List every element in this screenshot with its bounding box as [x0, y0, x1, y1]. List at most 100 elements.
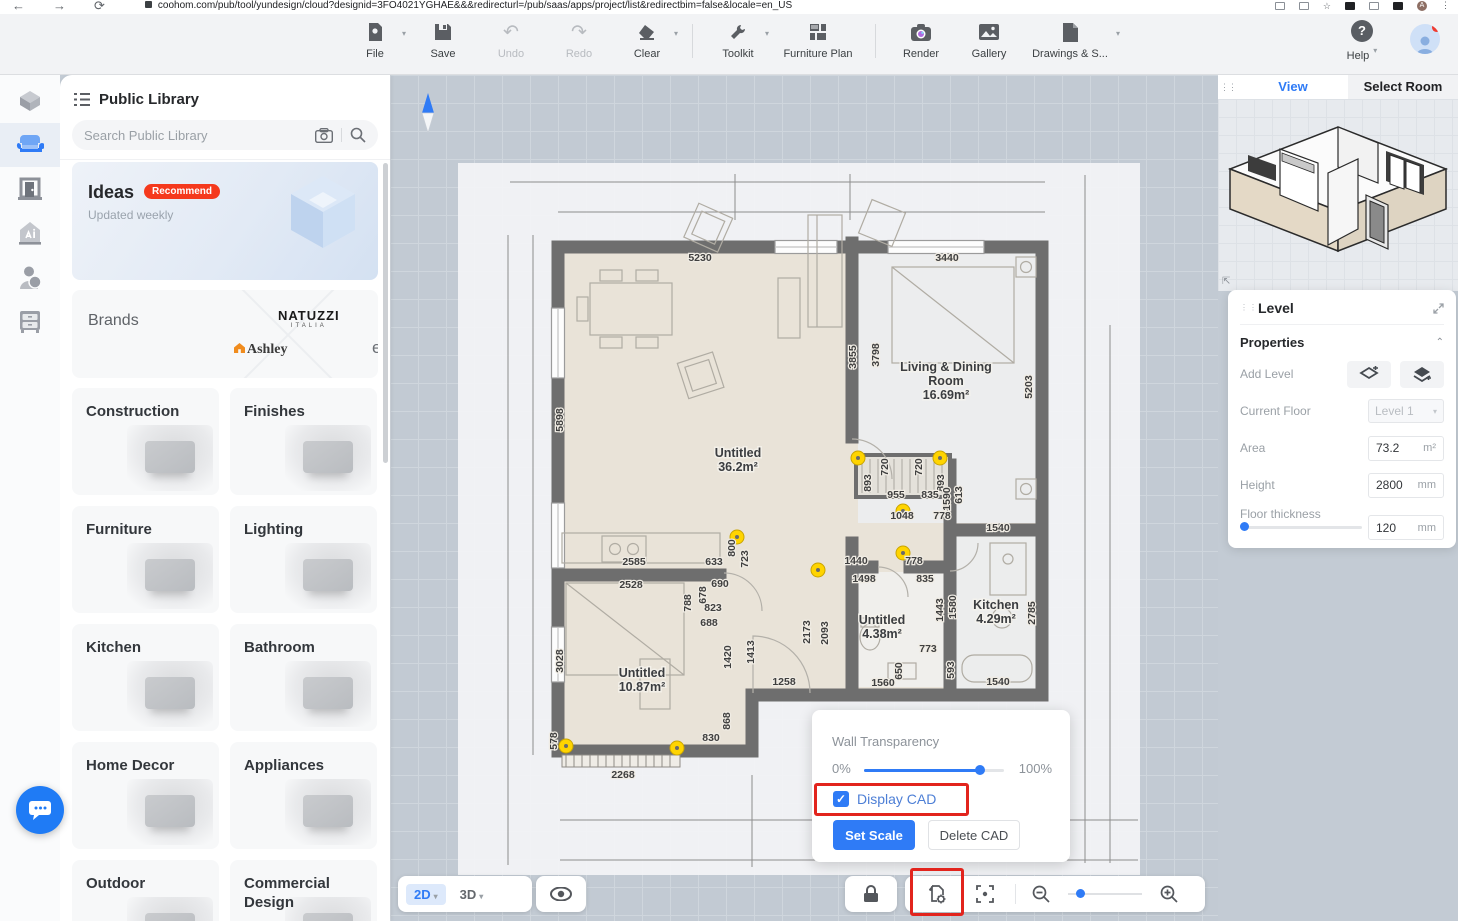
render-button[interactable]: Render [890, 20, 952, 60]
wall-transparency-slider[interactable] [864, 765, 1004, 775]
height-input[interactable]: 2800mm [1368, 473, 1444, 498]
mode-3d-button[interactable]: 3D▾ [454, 884, 490, 905]
svg-text:650: 650 [893, 662, 905, 680]
search-input[interactable] [84, 128, 307, 143]
image-search-camera-icon[interactable] [315, 128, 333, 143]
rail-account-tab[interactable] [0, 255, 60, 299]
zoom-in-button[interactable] [1152, 876, 1186, 912]
browser-back-icon[interactable]: ← [12, 0, 25, 12]
add-level-below-button[interactable] [1347, 361, 1391, 388]
furniture-plan-button[interactable]: Furniture Plan [775, 20, 861, 60]
translate-icon[interactable] [1275, 2, 1285, 10]
panel-scrollbar[interactable] [383, 163, 388, 463]
sidepanel-icon[interactable] [1393, 2, 1403, 10]
puzzle-icon[interactable] [1369, 2, 1379, 10]
3d-preview[interactable]: ⇱ [1218, 99, 1458, 291]
drawings-button[interactable]: ▾Drawings & S... [1026, 20, 1114, 60]
area-input[interactable]: 73.2m² [1368, 436, 1444, 461]
bookmark-star-icon[interactable]: ☆ [1323, 1, 1331, 11]
display-cad-toggle[interactable]: ✓ Display CAD [833, 791, 936, 807]
library-card-furniture[interactable]: Furniture [72, 506, 219, 613]
library-card-list: Ideas Recommend Updated weekly Brands NA… [60, 159, 390, 921]
panel-drag-handle[interactable]: ⋮⋮ [1218, 75, 1238, 99]
expand-icon[interactable] [1433, 303, 1444, 314]
svg-text:835: 835 [916, 573, 934, 585]
clear-button[interactable]: ▾Clear [616, 20, 678, 60]
file-button[interactable]: ▾File [344, 20, 406, 60]
brands-decor [231, 290, 346, 378]
tab-select-room[interactable]: Select Room [1348, 75, 1458, 99]
library-card-commercial-design[interactable]: Commercial Design [230, 860, 377, 921]
floor-thickness-slider[interactable] [1240, 522, 1362, 532]
redo-button[interactable]: ↷ Redo [548, 20, 610, 60]
address-bar[interactable]: coohom.com/pub/tool/yundesign/cloud?desi… [145, 0, 792, 11]
toolbar-divider [875, 24, 876, 58]
library-card-construction[interactable]: Construction [72, 388, 219, 495]
add-level-above-button[interactable] [1400, 361, 1444, 388]
floor-thickness-input[interactable]: 120mm [1368, 515, 1444, 540]
library-card-outdoor[interactable]: Outdoor [72, 860, 219, 921]
floorplan-canvas[interactable]: 5230344058983028578385537985203893720720… [390, 75, 1218, 921]
mode-2d-button[interactable]: 2D▾ [406, 884, 446, 905]
library-card-bathroom[interactable]: Bathroom [230, 624, 377, 731]
library-card-photo [285, 425, 371, 491]
rail-models-tab[interactable] [0, 79, 60, 123]
lock-icon [863, 885, 879, 903]
library-card-kitchen[interactable]: Kitchen [72, 624, 219, 731]
gallery-button[interactable]: Gallery [958, 20, 1020, 60]
svg-text:2528: 2528 [619, 579, 643, 591]
set-scale-button[interactable]: Set Scale [833, 820, 915, 850]
floorplan-drawing[interactable]: 5230344058983028578385537985203893720720… [390, 75, 1218, 921]
zoom-out-button[interactable] [1024, 876, 1058, 912]
library-card-title: Commercial Design [244, 874, 344, 912]
library-card-lighting[interactable]: Lighting [230, 506, 377, 613]
brands-card[interactable]: Brands NATUZZIITALIA Mi Ashley ego. [72, 290, 378, 378]
svg-text:893: 893 [862, 474, 874, 492]
browser-reload-icon[interactable]: ⟳ [94, 0, 105, 12]
browser-menu-icon[interactable]: ⋮ [1441, 0, 1450, 11]
checkbox-checked-icon[interactable]: ✓ [833, 791, 849, 807]
focus-icon [976, 885, 994, 903]
extension-icon[interactable] [1345, 2, 1355, 10]
resize-handle-icon[interactable]: ⇱ [1222, 276, 1230, 287]
search-icon[interactable] [350, 127, 366, 143]
delete-cad-button[interactable]: Delete CAD [928, 820, 1020, 850]
visibility-button[interactable] [536, 876, 586, 912]
rail-construction-tab[interactable] [0, 167, 60, 211]
library-card-appliances[interactable]: Appliances [230, 742, 377, 849]
brand-ashley-logo: Ashley [234, 342, 287, 358]
rail-ai-design-tab[interactable] [0, 211, 60, 255]
lock-button[interactable] [845, 876, 897, 912]
zoom-slider[interactable] [1068, 889, 1142, 899]
user-avatar[interactable] [1410, 24, 1440, 54]
collapse-chevron-icon[interactable]: ⌃ [1436, 337, 1444, 348]
wall-transparency-label: Wall Transparency [832, 734, 939, 749]
undo-button[interactable]: ↶ Undo [480, 20, 542, 60]
library-card-home-decor[interactable]: Home Decor [72, 742, 219, 849]
toolkit-button[interactable]: ▾Toolkit [707, 20, 769, 60]
browser-avatar[interactable]: A [1417, 1, 1427, 11]
library-card-photo [285, 661, 371, 727]
3d-house-preview [1218, 99, 1458, 291]
chat-bubble-icon [28, 799, 52, 821]
main-toolbar: ▾File Save ↶ Undo ↷ Redo ▾Clear ▾Toolkit [0, 14, 1458, 75]
ideas-card[interactable]: Ideas Recommend Updated weekly [72, 162, 378, 280]
browser-chrome: ← → ⟳ coohom.com/pub/tool/yundesign/clou… [0, 0, 1458, 14]
tab-view[interactable]: View [1238, 75, 1348, 99]
gallery-icon [958, 20, 1020, 44]
rail-furniture-library-tab[interactable] [0, 123, 60, 167]
level-drag-handle[interactable]: ⋮⋮ [1240, 306, 1250, 310]
cad-settings-button[interactable] [915, 876, 959, 912]
undo-icon: ↶ [480, 20, 542, 44]
save-button[interactable]: Save [412, 20, 474, 60]
library-card-finishes[interactable]: Finishes [230, 388, 377, 495]
zoom-out-icon [1032, 885, 1050, 903]
browser-forward-icon[interactable]: → [53, 0, 66, 12]
current-floor-select[interactable]: Level 1▾ [1368, 399, 1444, 423]
chat-support-button[interactable] [16, 786, 64, 834]
rail-custom-furniture-tab[interactable] [0, 299, 60, 343]
svg-text:2585: 2585 [622, 556, 646, 568]
help-button[interactable]: ? Help▾ [1340, 20, 1384, 62]
share-icon[interactable] [1299, 2, 1309, 10]
fit-view-button[interactable] [963, 876, 1007, 912]
